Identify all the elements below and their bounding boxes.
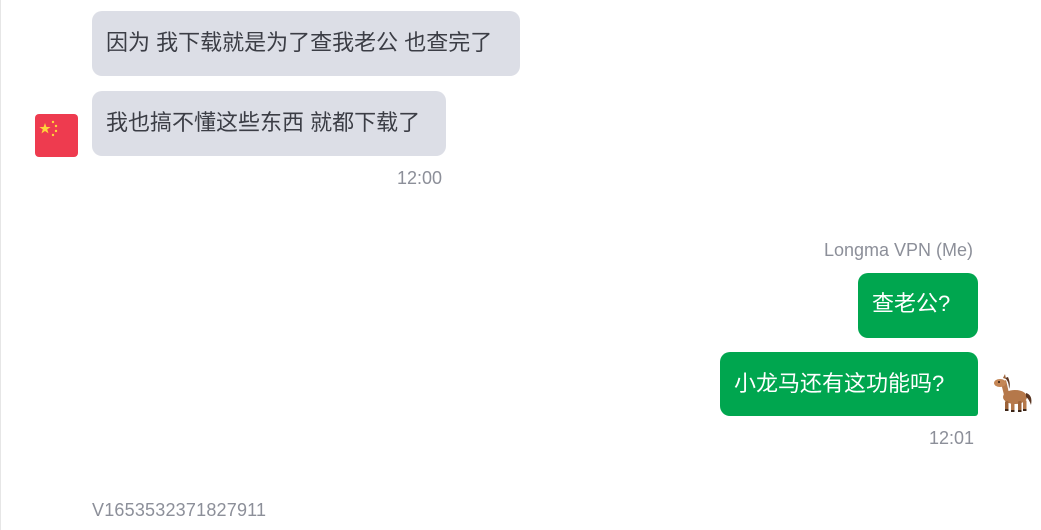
incoming-timestamp: 12:00 [397, 168, 443, 188]
outgoing-message-bubble[interactable]: 查老公? [858, 273, 978, 338]
incoming-message-text: 我也搞不懂这些东西 就都下载了 [106, 110, 421, 135]
incoming-message-bubble[interactable]: 因为 我下载就是为了查我老公 也查完了 [92, 11, 520, 76]
chat-window: 因为 我下载就是为了查我老公 也查完了 我也搞不懂这些东西 就都下载了 12:0… [0, 0, 1041, 530]
outgoing-message-text: 查老公? [872, 291, 951, 316]
version-id: V1653532371827911 [92, 500, 267, 520]
outgoing-message-text: 小龙马还有这功能吗? [734, 371, 945, 396]
outgoing-message-bubble[interactable]: 小龙马还有这功能吗? [720, 352, 978, 416]
china-flag-icon[interactable] [35, 114, 78, 157]
outgoing-timestamp: 12:01 [929, 428, 975, 448]
incoming-message-bubble[interactable]: 我也搞不懂这些东西 就都下载了 [92, 91, 446, 156]
incoming-message-text: 因为 我下载就是为了查我老公 也查完了 [106, 30, 493, 55]
sender-name: Longma VPN (Me) [824, 240, 974, 260]
pony-icon[interactable] [992, 373, 1035, 413]
